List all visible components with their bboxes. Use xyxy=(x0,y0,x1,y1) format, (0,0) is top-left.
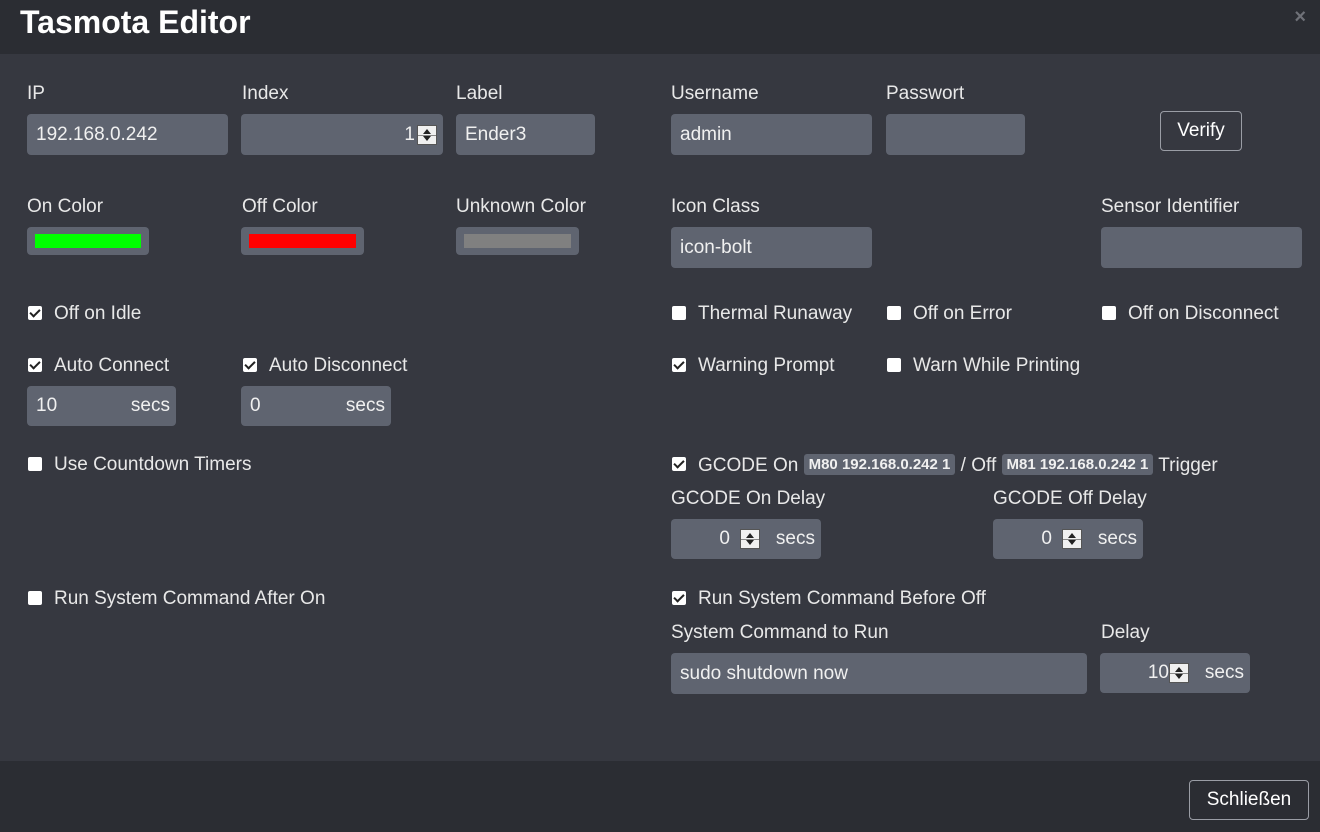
gcode-off-delay-spinner[interactable] xyxy=(1062,529,1082,549)
off-color-swatch xyxy=(249,234,356,248)
auto-connect-secs-unit: secs xyxy=(130,395,170,416)
off-color-picker[interactable] xyxy=(241,227,364,255)
password-input[interactable] xyxy=(886,114,1025,155)
unknown-color-swatch xyxy=(464,234,571,248)
system-command-delay-input[interactable]: 10 secs xyxy=(1100,653,1250,693)
unknown-color-picker[interactable] xyxy=(456,227,579,255)
auto-disconnect-delay-value: 0 xyxy=(250,395,261,416)
auto-disconnect-label: Auto Disconnect xyxy=(269,355,408,376)
gcode-on-delay-value: 0 xyxy=(719,528,730,549)
auto-disconnect-delay-input[interactable]: 0 secs xyxy=(241,386,391,426)
off-on-disconnect-checkbox[interactable] xyxy=(1102,306,1116,320)
run-before-off-label: Run System Command Before Off xyxy=(698,588,986,609)
gcode-off-delay-secs-unit: secs xyxy=(1097,528,1137,549)
system-command-label: System Command to Run xyxy=(671,622,889,643)
auto-disconnect-checkbox[interactable] xyxy=(243,358,257,372)
on-color-label: On Color xyxy=(27,196,104,217)
label-input[interactable]: Ender3 xyxy=(456,114,595,155)
gcode-off-command-badge: M81 192.168.0.242 1 xyxy=(1001,454,1154,475)
unknown-color-label: Unknown Color xyxy=(456,196,586,217)
warn-while-printing-checkbox[interactable] xyxy=(887,358,901,372)
dialog-title: Tasmota Editor xyxy=(20,4,251,40)
auto-connect-delay-input[interactable]: 10 secs xyxy=(27,386,176,426)
gcode-on-delay-secs-unit: secs xyxy=(775,528,815,549)
ip-input[interactable]: 192.168.0.242 xyxy=(27,114,228,155)
system-command-input[interactable]: sudo shutdown now xyxy=(671,653,1087,694)
icon-class-input[interactable]: icon-bolt xyxy=(671,227,872,268)
system-command-delay-label: Delay xyxy=(1101,622,1150,643)
thermal-runaway-checkbox[interactable] xyxy=(672,306,686,320)
password-label: Passwort xyxy=(886,83,965,104)
icon-class-label: Icon Class xyxy=(671,196,760,217)
gcode-on-delay-input[interactable]: 0 secs xyxy=(671,519,821,559)
warn-while-printing-label: Warn While Printing xyxy=(913,355,1081,376)
gcode-on-text: GCODE On xyxy=(698,455,799,476)
run-after-on-label: Run System Command After On xyxy=(54,588,326,609)
auto-connect-delay-value: 10 xyxy=(36,395,58,416)
gcode-off-delay-value: 0 xyxy=(1041,528,1052,549)
system-command-delay-value: 10 xyxy=(1147,662,1169,683)
gcode-on-command-badge: M80 192.168.0.242 1 xyxy=(803,454,956,475)
label-label: Label xyxy=(456,83,503,104)
off-on-error-label: Off on Error xyxy=(913,303,1012,324)
sensor-identifier-label: Sensor Identifier xyxy=(1101,196,1240,217)
warning-prompt-checkbox[interactable] xyxy=(672,358,686,372)
off-on-idle-label: Off on Idle xyxy=(54,303,142,324)
close-button[interactable]: Schließen xyxy=(1189,780,1309,820)
warning-prompt-label: Warning Prompt xyxy=(698,355,835,376)
auto-disconnect-secs-unit: secs xyxy=(345,395,385,416)
dialog-header: Tasmota Editor × xyxy=(0,0,1320,54)
off-on-disconnect-label: Off on Disconnect xyxy=(1128,303,1279,324)
close-icon[interactable]: × xyxy=(1294,6,1306,29)
username-input[interactable]: admin xyxy=(671,114,872,155)
index-label: Index xyxy=(242,83,289,104)
on-color-swatch xyxy=(35,234,141,248)
gcode-off-delay-label: GCODE Off Delay xyxy=(993,488,1147,509)
gcode-trigger-checkbox[interactable] xyxy=(672,457,686,471)
off-on-idle-checkbox[interactable] xyxy=(28,306,42,320)
sensor-identifier-input[interactable] xyxy=(1101,227,1302,268)
gcode-trigger-line: GCODE On M80 192.168.0.242 1 / Off M81 1… xyxy=(698,454,1218,477)
gcode-off-delay-input[interactable]: 0 secs xyxy=(993,519,1143,559)
system-command-delay-secs-unit: secs xyxy=(1204,662,1244,683)
on-color-picker[interactable] xyxy=(27,227,149,255)
verify-button[interactable]: Verify xyxy=(1160,111,1242,151)
gcode-off-text: / Off xyxy=(960,455,997,476)
run-before-off-checkbox[interactable] xyxy=(672,591,686,605)
run-after-on-checkbox[interactable] xyxy=(28,591,42,605)
index-spinner[interactable] xyxy=(417,124,437,145)
use-countdown-timers-checkbox[interactable] xyxy=(28,457,42,471)
use-countdown-timers-label: Use Countdown Timers xyxy=(54,454,252,475)
off-on-error-checkbox[interactable] xyxy=(887,306,901,320)
gcode-on-delay-spinner[interactable] xyxy=(740,529,760,549)
index-input[interactable]: 1 xyxy=(241,114,443,155)
gcode-trigger-text: Trigger xyxy=(1158,455,1218,476)
ip-label: IP xyxy=(27,83,45,104)
index-value: 1 xyxy=(404,123,415,145)
auto-connect-label: Auto Connect xyxy=(54,355,170,376)
off-color-label: Off Color xyxy=(242,196,318,217)
system-command-delay-spinner[interactable] xyxy=(1169,663,1189,683)
thermal-runaway-label: Thermal Runaway xyxy=(698,303,853,324)
dialog-footer: Schließen xyxy=(0,761,1320,832)
gcode-on-delay-label: GCODE On Delay xyxy=(671,488,826,509)
username-label: Username xyxy=(671,83,759,104)
auto-connect-checkbox[interactable] xyxy=(28,358,42,372)
